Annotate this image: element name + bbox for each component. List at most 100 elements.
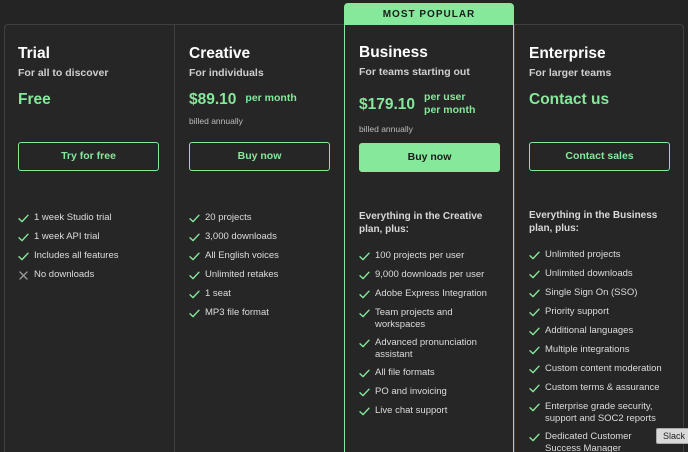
feature-item: 1 week API trial <box>18 231 160 243</box>
plan-name: Trial <box>18 45 50 62</box>
feature-item: 9,000 downloads per user <box>359 269 499 281</box>
feature-item: Additional languages <box>529 325 670 337</box>
feature-item: Advanced pronunciation assistant <box>359 337 499 360</box>
price-period: per user per month <box>424 91 475 117</box>
feature-list: 20 projects 3,000 downloads All English vo… <box>189 212 330 319</box>
plan-price: Free <box>18 91 51 108</box>
feature-text: Custom terms & assurance <box>545 382 660 393</box>
plan-price: $89.10 <box>189 91 237 108</box>
feature-text: 1 seat <box>205 288 231 299</box>
billing-note: billed annually <box>359 124 413 134</box>
feature-item: Unlimited downloads <box>529 268 670 280</box>
check-icon <box>359 406 370 417</box>
feature-item: Custom content moderation <box>529 363 670 375</box>
check-icon <box>189 232 200 243</box>
check-icon <box>529 345 540 356</box>
feature-text: Advanced pronunciation assistant <box>375 337 477 360</box>
feature-text: Unlimited projects <box>545 249 621 260</box>
contact-sales-button[interactable]: Contact sales <box>529 142 670 171</box>
check-icon <box>529 402 540 413</box>
feature-text: Team projects and workspaces <box>375 307 453 330</box>
plan-header: Business For teams starting out $179.10 … <box>359 44 499 134</box>
price-per-month: per month <box>424 104 476 116</box>
plan-name: Enterprise <box>529 45 606 62</box>
feature-item: 20 projects <box>189 212 330 224</box>
plan-subtitle: For teams starting out <box>359 66 470 78</box>
check-icon <box>189 308 200 319</box>
plan-header: Enterprise For larger teams Contact us <box>529 45 670 109</box>
check-icon <box>529 432 540 443</box>
check-icon <box>359 387 370 398</box>
feature-text: 1 week Studio trial <box>34 212 112 223</box>
buy-now-button-creative[interactable]: Buy now <box>189 142 330 171</box>
feature-text: Single Sign On (SSO) <box>545 287 638 298</box>
price-per-user: per user <box>424 91 466 103</box>
try-for-free-button[interactable]: Try for free <box>18 142 159 171</box>
check-icon <box>529 364 540 375</box>
check-icon <box>189 270 200 281</box>
plan-header: Creative For individuals $89.10 per mont… <box>189 45 330 126</box>
feature-item: PO and invoicing <box>359 386 499 398</box>
plan-includes-heading: Everything in the Creative plan, plus: <box>359 211 483 235</box>
feature-text: Includes all features <box>34 250 119 261</box>
check-icon <box>529 383 540 394</box>
feature-text: MP3 file format <box>205 307 269 318</box>
plan-includes-heading: Everything in the Business plan, plus: <box>529 210 658 234</box>
feature-item: 1 seat <box>189 288 330 300</box>
feature-item: Multiple integrations <box>529 344 670 356</box>
feature-item: Unlimited projects <box>529 249 670 261</box>
feature-text: Dedicated Customer Success Manager <box>545 431 632 452</box>
plan-subtitle: For individuals <box>189 67 264 79</box>
feature-text: Unlimited retakes <box>205 269 279 280</box>
feature-text: Additional languages <box>545 325 634 336</box>
check-icon <box>529 307 540 318</box>
feature-item: 100 projects per user <box>359 250 499 262</box>
feature-item: 3,000 downloads <box>189 231 330 243</box>
check-icon <box>189 251 200 262</box>
feature-text: Multiple integrations <box>545 344 630 355</box>
plan-subtitle: For all to discover <box>18 67 109 79</box>
plan-card-business: MOST POPULAR Business For teams starting… <box>344 3 514 452</box>
check-icon <box>18 232 29 243</box>
check-icon <box>189 213 200 224</box>
feature-text: All English voices <box>205 250 279 261</box>
feature-item: Team projects and workspaces <box>359 307 499 330</box>
feature-text: All file formats <box>375 367 435 378</box>
check-icon <box>529 288 540 299</box>
feature-item: Unlimited retakes <box>189 269 330 281</box>
feature-item: Live chat support <box>359 405 499 417</box>
feature-text: 100 projects per user <box>375 250 465 261</box>
plan-price: $179.10 <box>359 96 416 113</box>
feature-text: Custom content moderation <box>545 363 662 374</box>
feature-text: PO and invoicing <box>375 386 447 397</box>
check-icon <box>359 338 370 349</box>
check-icon <box>18 213 29 224</box>
plan-card-enterprise: Enterprise For larger teams Contact us C… <box>514 24 684 452</box>
check-icon <box>359 270 370 281</box>
x-icon <box>18 270 29 281</box>
check-icon <box>529 326 540 337</box>
plan-card-trial: Trial For all to discover Free Try for f… <box>4 24 174 452</box>
feature-text: Live chat support <box>375 405 448 416</box>
feature-text: Priority support <box>545 306 609 317</box>
check-icon <box>359 251 370 262</box>
check-icon <box>189 289 200 300</box>
feature-text: Adobe Express Integration <box>375 288 487 299</box>
check-icon <box>529 269 540 280</box>
feature-text: Unlimited downloads <box>545 268 633 279</box>
billing-note: billed annually <box>189 116 243 126</box>
check-icon <box>359 308 370 319</box>
feature-text: 20 projects <box>205 212 252 223</box>
check-icon <box>359 289 370 300</box>
buy-now-button-business[interactable]: Buy now <box>359 143 500 172</box>
plan-subtitle: For larger teams <box>529 67 612 79</box>
plan-card-creative: Creative For individuals $89.10 per mont… <box>174 24 344 452</box>
feature-list: 100 projects per user 9,000 downloads per… <box>359 250 499 417</box>
feature-item: Custom terms & assurance <box>529 382 670 394</box>
plan-name: Business <box>359 44 428 61</box>
feature-text: 1 week API trial <box>34 231 100 242</box>
price-period: per month <box>245 92 297 104</box>
feature-list: 1 week Studio trial 1 week API trial Inclu… <box>18 212 160 281</box>
feature-item: Adobe Express Integration <box>359 288 499 300</box>
feature-text: Enterprise grade security, support and S… <box>545 401 656 424</box>
